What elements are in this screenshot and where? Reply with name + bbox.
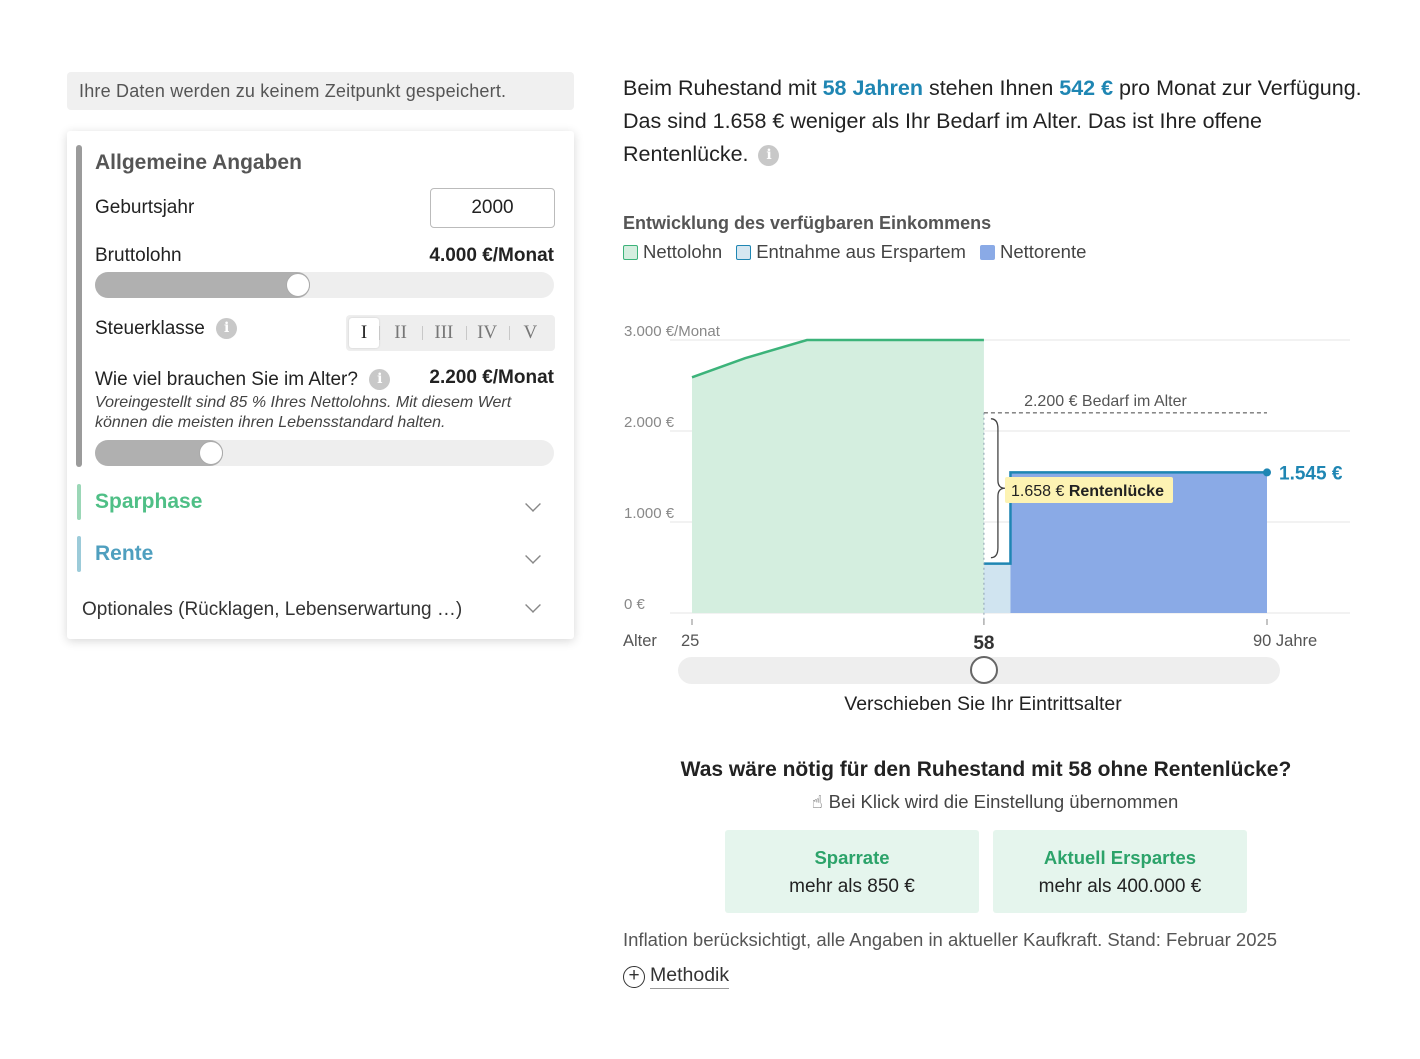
chart-title: Entwicklung des verfügbaren Einkommens [623, 213, 992, 233]
accordion-pension[interactable]: Rente [95, 542, 153, 566]
tax-class-label: Steuerklasse i [95, 318, 238, 340]
summary-retirement-age: 58 Jahren [822, 76, 923, 100]
series-area-net-salary [692, 340, 984, 613]
birth-year-input[interactable]: 2000 [430, 188, 555, 228]
need-in-age-value: 2.200 €/Monat [429, 367, 554, 388]
series-area-savings-withdrawal [983, 563, 1011, 613]
tax-class-option-1[interactable]: I [349, 318, 379, 348]
retirement-age-slider-handle[interactable] [969, 656, 998, 684]
birth-year-label: Geburtsjahr [95, 197, 195, 218]
legend-label: Nettorente [999, 241, 1087, 262]
suggestion-card-value: mehr als 850 € [789, 876, 915, 897]
retirement-age-caption: Verschieben Sie Ihr Eintrittsalter [844, 693, 1122, 715]
chevron-down-icon[interactable] [525, 597, 541, 613]
accordion-optional[interactable]: Optionales (Rücklagen, Lebenserwartung …… [82, 599, 462, 621]
section-bar-pension [77, 536, 81, 572]
tax-class-selector: I II III IV V [346, 315, 555, 351]
summary-part-2: stehen Ihnen [922, 76, 1060, 100]
methodology-toggle[interactable]: + Methodik [623, 964, 730, 989]
income-chart: 3.000 €/Monat 2.000 € 1.000 € 0 € 1.545 € 2.2… [623, 323, 1350, 654]
suggestion-card-title: Aktuell Erspartes [1043, 847, 1197, 868]
gap-text: Rentenlücke [1069, 483, 1164, 500]
tax-class-option-3[interactable]: III [422, 318, 465, 348]
gap-amount: 1.658 € [1011, 483, 1069, 500]
panel-title: Allgemeine Angaben [95, 151, 302, 174]
chart-legend: Nettolohn Entnahme aus Erspartem Nettore… [623, 241, 1086, 263]
methodology-label: Methodik [650, 964, 730, 989]
need-line-label: 2.200 € Bedarf im Alter [1024, 393, 1187, 410]
tax-class-option-2[interactable]: II [379, 318, 422, 348]
need-in-age-slider[interactable] [95, 440, 554, 466]
suggestion-question: Was wäre nötig für den Ruhestand mit 58 … [680, 758, 1292, 781]
suggestion-card-title: Sparrate [814, 847, 890, 868]
plus-circle-icon: + [623, 965, 645, 988]
legend-item-net-pension: Nettorente [979, 241, 1087, 263]
chevron-down-icon[interactable] [525, 496, 541, 512]
series-end-point [1263, 468, 1271, 477]
summary-text: Beim Ruhestand mit 58 Jahren stehen Ihne… [623, 72, 1363, 171]
gross-salary-slider[interactable] [95, 272, 554, 298]
suggestion-card-current-savings[interactable]: Aktuell Erspartes mehr als 400.000 € [993, 830, 1247, 913]
legend-item-net-salary: Nettolohn [623, 241, 722, 263]
footnote: Inflation berücksichtigt, alle Angaben i… [623, 929, 1278, 950]
tax-class-option-5[interactable]: V [508, 318, 552, 348]
tax-class-option-4[interactable]: IV [465, 318, 509, 348]
legend-item-savings-withdrawal: Entnahme aus Erspartem [736, 241, 966, 263]
summary-amount: 542 € [1059, 76, 1114, 100]
y-tick-label: 3.000 €/Monat [624, 323, 721, 340]
tax-class-label-text: Steuerklasse [95, 318, 205, 339]
privacy-note: Ihre Daten werden zu keinem Zeitpunkt ge… [67, 72, 574, 110]
info-icon[interactable]: i [216, 318, 238, 340]
need-in-age-label-text: Wie viel brauchen Sie im Alter? [95, 369, 358, 390]
suggestion-card-saving-rate[interactable]: Sparrate mehr als 850 € [725, 830, 979, 913]
x-tick-label: 58 [973, 633, 994, 654]
suggestion-card-value: mehr als 400.000 € [1038, 876, 1202, 897]
section-bar-savings [77, 484, 81, 520]
y-tick-label: 1.000 € [624, 505, 675, 522]
x-tick-label: 90 Jahre [1253, 632, 1317, 650]
x-axis-prefix: Alter [623, 632, 657, 650]
gross-salary-value: 4.000 €/Monat [429, 245, 554, 266]
gross-salary-label: Bruttolohn [95, 245, 182, 266]
legend-swatch [736, 244, 752, 260]
settings-panel: Allgemeine Angaben Geburtsjahr 2000 Brut… [67, 131, 574, 639]
section-bar-general [76, 145, 82, 467]
series-end-label: 1.545 € [1279, 463, 1343, 484]
y-tick-label: 2.000 € [624, 414, 675, 431]
chevron-down-icon[interactable] [525, 548, 541, 564]
gross-salary-slider-fill [95, 272, 311, 298]
legend-swatch [623, 244, 638, 260]
pointer-hand-icon: ☝ [811, 792, 823, 812]
y-tick-label: 0 € [624, 596, 646, 613]
accordion-savings[interactable]: Sparphase [95, 490, 202, 514]
info-icon[interactable]: i [369, 369, 391, 391]
legend-label: Nettolohn [643, 241, 723, 262]
x-tick-label: 25 [681, 632, 699, 650]
need-in-age-label: Wie viel brauchen Sie im Alter? i [95, 369, 391, 391]
legend-label: Entnahme aus Erspartem [756, 241, 966, 262]
summary-part-1: Beim Ruhestand mit [623, 76, 823, 100]
legend-swatch [979, 244, 995, 260]
gap-label: 1.658 € Rentenlücke [1011, 483, 1164, 500]
suggestion-hint-text: Bei Klick wird die Einstellung übernomme… [828, 791, 1179, 812]
need-in-age-hint: Voreingestellt sind 85 % Ihres Nettolohn… [95, 394, 512, 431]
gap-brace [990, 418, 1005, 559]
info-icon[interactable]: i [758, 144, 780, 166]
suggestion-hint: ☝ Bei Klick wird die Einstellung übernomm… [623, 791, 1367, 813]
